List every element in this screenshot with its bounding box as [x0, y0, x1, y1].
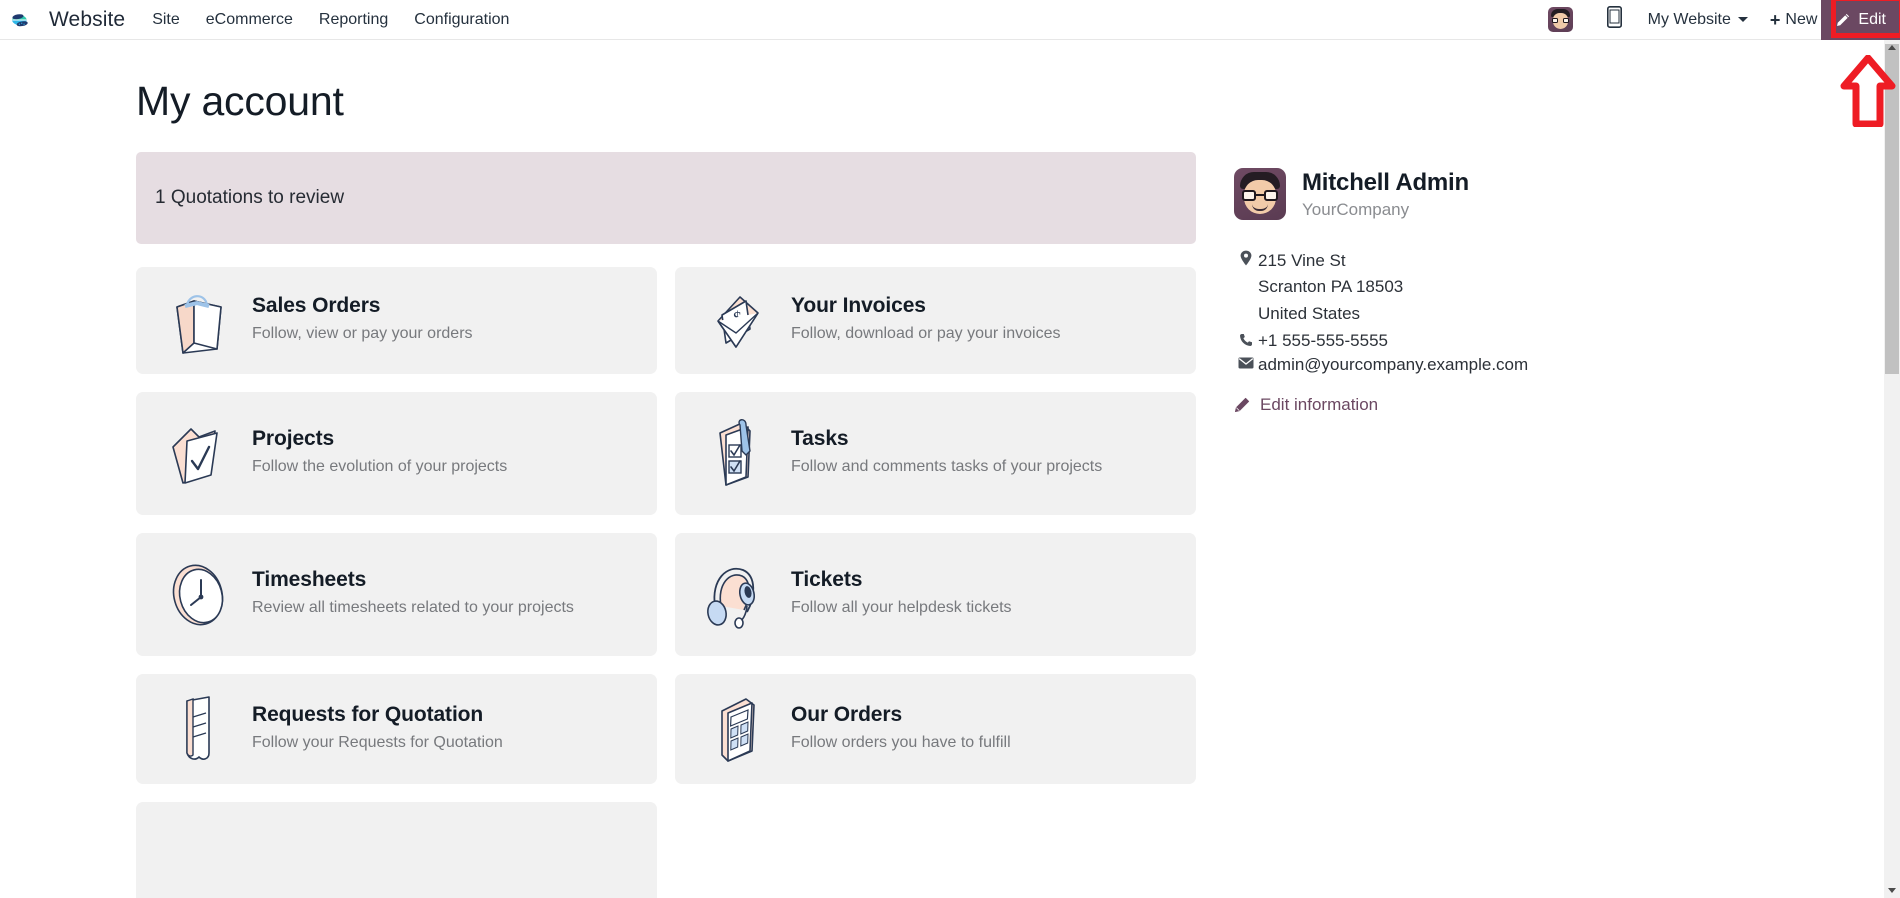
tile-subtitle: Follow orders you have to fulfill	[791, 733, 1011, 751]
tile-title: Sales Orders	[252, 294, 381, 318]
tile-subtitle: Follow all your helpdesk tickets	[791, 599, 1012, 617]
tile-text: Our Orders Follow orders you have to ful…	[779, 703, 1011, 756]
scroll-down-arrow-icon[interactable]	[1886, 884, 1898, 896]
profile-phone[interactable]: +1 555-555-5555	[1258, 331, 1388, 351]
edit-information-link[interactable]: Edit information	[1234, 395, 1704, 415]
tile-tickets[interactable]: Tickets Follow all your helpdesk tickets	[675, 533, 1196, 656]
edit-button[interactable]: Edit	[1821, 0, 1900, 40]
page-body: My account 1 Quotations to review Sales …	[0, 40, 1884, 898]
scroll-up-arrow-icon[interactable]	[1886, 42, 1898, 54]
profile-name: Mitchell Admin	[1302, 169, 1469, 196]
calculator-icon	[695, 691, 779, 767]
phone-icon	[1234, 331, 1258, 351]
navbar-right: My Website + New Edit	[1547, 0, 1900, 40]
nav-item-configuration[interactable]: Configuration	[401, 0, 522, 40]
tile-subtitle: Follow and comments tasks of your projec…	[791, 458, 1103, 476]
tile-subtitle: Follow, download or pay your invoices	[791, 325, 1061, 343]
tile-title: Our Orders	[791, 702, 903, 726]
address-street: 215 Vine St	[1258, 251, 1346, 270]
profile-address: 215 Vine St Scranton PA 18503 United Sta…	[1258, 248, 1403, 327]
pencil-icon	[1835, 12, 1851, 28]
tile-title: Projects	[252, 427, 335, 451]
tile-text: Your Invoices Follow, download or pay yo…	[779, 294, 1060, 347]
main-column: My account 1 Quotations to review Sales …	[136, 78, 1196, 898]
nav-item-reporting[interactable]: Reporting	[306, 0, 401, 40]
top-navbar: Website Site eCommerce Reporting Configu…	[0, 0, 1900, 40]
tile-timesheets[interactable]: Timesheets Review all timesheets related…	[136, 533, 657, 656]
tile-subtitle: Follow your Requests for Quotation	[252, 733, 503, 751]
tile-text: Tasks Follow and comments tasks of your …	[779, 427, 1102, 480]
page-content: My account 1 Quotations to review Sales …	[0, 40, 1884, 898]
profile-header: Mitchell Admin YourCompany	[1234, 168, 1704, 220]
tile-subtitle: Review all timesheets related to your pr…	[252, 599, 574, 617]
tile-text: Tickets Follow all your helpdesk tickets	[779, 568, 1012, 621]
page-title: My account	[136, 78, 344, 124]
edit-button-label: Edit	[1858, 10, 1886, 28]
edit-information-label: Edit information	[1260, 395, 1379, 415]
nav-item-ecommerce[interactable]: eCommerce	[193, 0, 306, 40]
map-pin-icon	[1234, 248, 1258, 327]
plus-icon: +	[1769, 9, 1781, 30]
brand[interactable]: Website	[10, 5, 125, 35]
user-avatar-icon[interactable]	[1547, 7, 1573, 32]
clock-icon	[156, 558, 240, 632]
tile-text: Timesheets Review all timesheets related…	[240, 568, 574, 621]
brand-name: Website	[49, 7, 126, 31]
tile-projects[interactable]: Projects Follow the evolution of your pr…	[136, 392, 657, 515]
profile-sidebar: Mitchell Admin YourCompany 215 Vine St S…	[1234, 78, 1704, 898]
tile-subtitle: Follow the evolution of your projects	[252, 458, 508, 476]
tile-text: Sales Orders Follow, view or pay your or…	[240, 294, 473, 347]
profile-company: YourCompany	[1302, 200, 1410, 219]
tile-sales-orders[interactable]: Sales Orders Follow, view or pay your or…	[136, 267, 657, 374]
tile-partial-below[interactable]	[136, 802, 657, 898]
tile-text: Requests for Quotation Follow your Reque…	[240, 703, 503, 756]
tile-tasks[interactable]: Tasks Follow and comments tasks of your …	[675, 392, 1196, 515]
tile-text: Projects Follow the evolution of your pr…	[240, 427, 507, 480]
account-tiles-grid: Sales Orders Follow, view or pay your or…	[136, 267, 1196, 898]
nav-menu: Site eCommerce Reporting Configuration	[139, 0, 522, 40]
quotations-alert-banner[interactable]: 1 Quotations to review	[136, 152, 1196, 244]
tile-subtitle: Follow, view or pay your orders	[252, 325, 473, 343]
tile-title: Timesheets	[252, 568, 367, 592]
address-city-state-zip: Scranton PA 18503	[1258, 277, 1404, 297]
folder-check-icon	[156, 417, 240, 491]
mobile-phone-icon[interactable]	[1606, 6, 1622, 33]
quotations-alert-text: 1 Quotations to review	[155, 187, 345, 208]
odoo-website-logo-icon	[10, 5, 40, 35]
tile-requests-for-quotation[interactable]: Requests for Quotation Follow your Reque…	[136, 674, 657, 784]
new-button[interactable]: + New	[1770, 11, 1818, 29]
headset-icon	[695, 558, 779, 632]
invoice-envelope-icon: $	[695, 285, 779, 357]
website-selector-label: My Website	[1647, 10, 1731, 28]
tile-title: Requests for Quotation	[252, 702, 484, 726]
scroll-document-icon	[156, 691, 240, 767]
profile-email[interactable]: admin@yourcompany.example.com	[1258, 355, 1528, 375]
profile-address-row: 215 Vine St Scranton PA 18503 United Sta…	[1234, 248, 1704, 327]
envelope-icon	[1234, 355, 1258, 375]
nav-item-site[interactable]: Site	[139, 0, 193, 40]
checklist-clipboard-icon	[695, 415, 779, 493]
profile-email-row: admin@yourcompany.example.com	[1234, 355, 1704, 375]
website-selector[interactable]: My Website	[1648, 11, 1748, 29]
profile-phone-row: +1 555-555-5555	[1234, 331, 1704, 351]
tile-your-invoices[interactable]: $ Your Invoices Follow, download or pay …	[675, 267, 1196, 374]
shopping-bag-icon	[156, 285, 240, 357]
address-country: United States	[1258, 303, 1361, 323]
tile-title: Your Invoices	[791, 294, 926, 318]
new-button-label: New	[1785, 10, 1818, 28]
user-avatar-large-icon	[1234, 168, 1286, 220]
chevron-down-icon	[1737, 17, 1748, 22]
vertical-scrollbar-thumb[interactable]	[1885, 44, 1899, 374]
tile-title: Tasks	[791, 427, 849, 451]
tile-our-orders[interactable]: Our Orders Follow orders you have to ful…	[675, 674, 1196, 784]
tile-title: Tickets	[791, 568, 863, 592]
pencil-icon	[1234, 397, 1250, 413]
profile-identity: Mitchell Admin YourCompany	[1302, 168, 1469, 220]
